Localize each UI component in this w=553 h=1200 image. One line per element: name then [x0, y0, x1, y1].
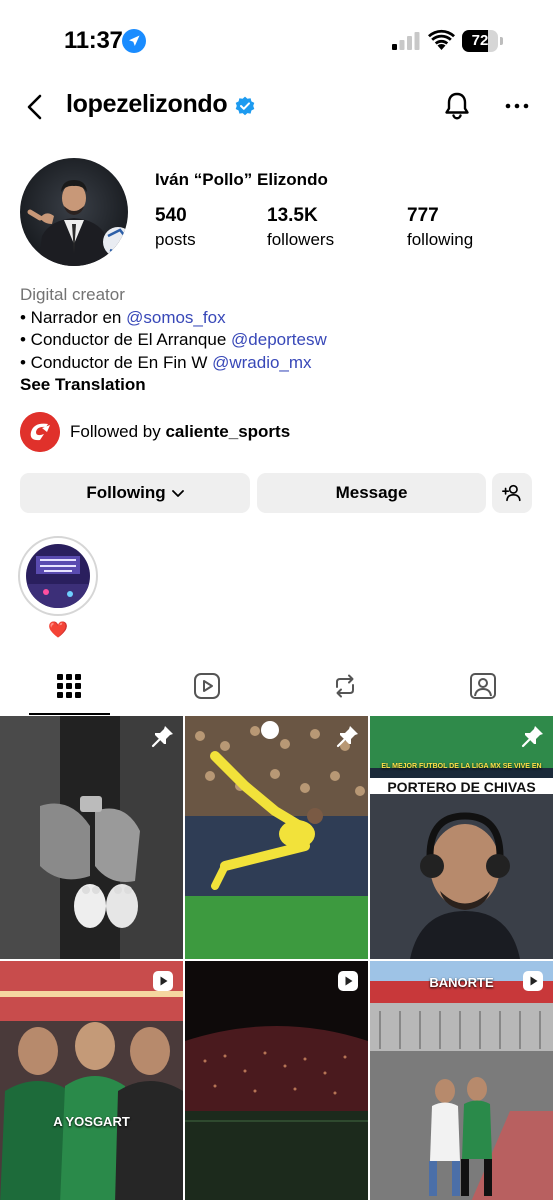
followed-by-text: Followed by caliente_sports	[70, 422, 290, 442]
stat-followers-label: followers	[267, 230, 335, 249]
reel-indicator-icon	[338, 971, 358, 991]
active-tab-indicator	[29, 713, 110, 715]
post-banner-text: EL MEJOR FUTBOL DE LA LIGA MX SE VIVE EN	[381, 763, 542, 770]
mention-link[interactable]: @somos_fox	[126, 308, 225, 327]
bio-line-text: • Narrador en	[20, 307, 127, 327]
post-image	[185, 716, 368, 959]
followed-by-row[interactable]: Followed by caliente_sports	[20, 412, 420, 452]
more-options-icon[interactable]	[503, 92, 531, 120]
followed-by-account: caliente_sports	[165, 422, 291, 441]
tab-reels[interactable]	[167, 662, 247, 716]
reel-indicator-icon	[523, 971, 543, 991]
stat-followers[interactable]: 13.5K followers	[267, 206, 334, 252]
suggested-users-button[interactable]	[492, 473, 532, 513]
pinned-icon	[336, 726, 358, 748]
message-button[interactable]: Message	[257, 473, 486, 513]
following-button[interactable]: Following	[20, 473, 250, 513]
profile-header: lopezelizondo	[0, 80, 553, 134]
bio-line: • Conductor de El Arranque @deportesw	[20, 329, 540, 352]
post-image	[370, 716, 553, 959]
repost-icon	[336, 674, 354, 698]
bio-line-text: • Conductor de El Arranque	[20, 330, 232, 349]
mention-link[interactable]: @deportesw	[231, 330, 327, 349]
story-highlight[interactable]	[18, 536, 98, 616]
profile-username: lopezelizondo	[66, 90, 228, 118]
following-button-label: Following	[86, 483, 166, 502]
post-caption: PORTERO DE CHIVAS	[387, 779, 536, 795]
battery-percent: 72	[471, 32, 489, 49]
post-image	[0, 716, 183, 959]
stat-following[interactable]: 777 following	[407, 206, 473, 252]
post-tile[interactable]: A YOSGART	[0, 961, 183, 1200]
tab-reposts[interactable]	[305, 662, 385, 716]
profile-bio: Digital creator • Narrador en @somos_fox…	[20, 284, 540, 397]
bio-line: • Narrador en @somos_fox	[20, 307, 540, 330]
chevron-down-icon	[171, 489, 184, 497]
profile-avatar[interactable]	[20, 158, 128, 266]
stat-posts[interactable]: 540 posts	[155, 206, 196, 252]
tab-tagged[interactable]	[443, 662, 523, 716]
bio-line-text: • Conductor de En Fin W	[20, 352, 213, 372]
pinned-icon	[151, 726, 173, 748]
see-translation-link[interactable]: See Translation	[20, 374, 540, 397]
post-tile[interactable]	[0, 716, 183, 959]
stat-following-label: following	[407, 230, 474, 249]
stat-posts-value: 540	[155, 205, 187, 226]
notifications-bell-icon[interactable]	[441, 90, 473, 122]
post-tile[interactable]	[185, 961, 368, 1200]
location-arrow-icon	[122, 29, 146, 53]
profile-category: Digital creator	[20, 285, 125, 304]
status-bar: 11:37 72	[0, 0, 553, 80]
highlight-label: ❤️	[48, 622, 68, 639]
post-tile[interactable]: BANORTE	[370, 961, 553, 1200]
battery-icon: 72	[462, 30, 504, 52]
post-tile[interactable]	[185, 716, 368, 959]
followed-by-prefix: Followed by	[70, 422, 166, 441]
message-button-label: Message	[335, 483, 408, 502]
add-person-icon	[502, 484, 521, 502]
profile-photo	[20, 158, 128, 266]
bio-line: • Conductor de En Fin W @wradio_mx	[20, 352, 540, 375]
profile-full-name: Iván “Pollo” Elizondo	[155, 170, 328, 189]
pinned-icon	[521, 726, 543, 748]
verified-badge-icon	[235, 96, 255, 116]
post-image	[370, 961, 553, 1200]
highlight-cover	[26, 544, 90, 608]
tagged-icon	[470, 673, 496, 699]
status-time: 11:37	[64, 27, 123, 54]
profile-tabs	[0, 662, 553, 716]
tab-grid[interactable]	[29, 662, 109, 716]
stat-followers-value: 13.5K	[267, 205, 318, 226]
post-image	[0, 961, 183, 1200]
back-icon[interactable]	[20, 92, 50, 122]
reel-indicator-icon	[153, 971, 173, 991]
reels-icon	[194, 673, 220, 699]
wifi-icon	[428, 29, 455, 50]
stat-posts-label: posts	[155, 230, 196, 249]
cellular-signal-icon	[392, 32, 420, 50]
followed-by-avatar	[20, 412, 60, 452]
post-image	[185, 961, 368, 1200]
mention-link[interactable]: @wradio_mx	[212, 353, 311, 372]
grid-icon	[57, 674, 81, 698]
stat-following-value: 777	[407, 205, 439, 226]
post-tile[interactable]: EL MEJOR FUTBOL DE LA LIGA MX SE VIVE EN…	[370, 716, 553, 959]
post-caption: A YOSGART	[53, 1114, 130, 1129]
